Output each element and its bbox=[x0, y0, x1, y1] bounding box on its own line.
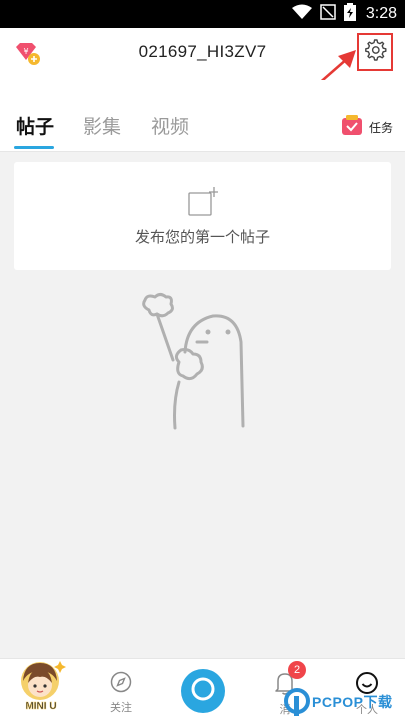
status-icons: 3:28 bbox=[291, 3, 397, 25]
task-label: 任务 bbox=[368, 120, 393, 135]
camera-icon bbox=[190, 676, 216, 706]
tab-videos[interactable]: 视频 bbox=[151, 112, 189, 139]
nav-mini-u[interactable]: MINI U bbox=[16, 659, 66, 720]
tab-albums[interactable]: 影集 bbox=[83, 112, 121, 139]
mini-u-avatar-icon: MINI U bbox=[16, 659, 66, 715]
tab-bar: 帖子 影集 视频 任务 bbox=[0, 80, 405, 152]
task-button[interactable]: 任务 bbox=[341, 114, 393, 140]
camera-button[interactable] bbox=[181, 669, 225, 713]
nav-follow-label: 关注 bbox=[110, 701, 132, 714]
signal-icon bbox=[320, 4, 336, 24]
mini-u-label: MINI U bbox=[25, 701, 56, 711]
compass-icon bbox=[110, 671, 132, 697]
publish-first-post-card[interactable]: 发布您的第一个帖子 bbox=[14, 162, 391, 270]
status-bar: 3:28 bbox=[0, 0, 405, 28]
watermark-text: PCPOP下载 bbox=[312, 694, 393, 710]
tab-indicator bbox=[14, 146, 54, 149]
post-prompt-text: 发布您的第一个帖子 bbox=[134, 228, 270, 246]
task-bag-icon bbox=[341, 114, 363, 140]
message-count-badge: 2 bbox=[288, 661, 306, 679]
nav-follow[interactable]: 关注 bbox=[106, 659, 136, 720]
watermark: PCPOP下载 bbox=[284, 688, 402, 718]
tab-posts[interactable]: 帖子 bbox=[16, 112, 54, 139]
battery-icon bbox=[343, 3, 356, 25]
gear-icon bbox=[363, 38, 387, 66]
empty-state-illustration bbox=[142, 293, 245, 430]
status-time: 3:28 bbox=[365, 5, 397, 22]
pcpop-logo-icon bbox=[284, 688, 310, 716]
wifi-icon bbox=[291, 4, 312, 24]
add-post-icon bbox=[188, 186, 219, 218]
